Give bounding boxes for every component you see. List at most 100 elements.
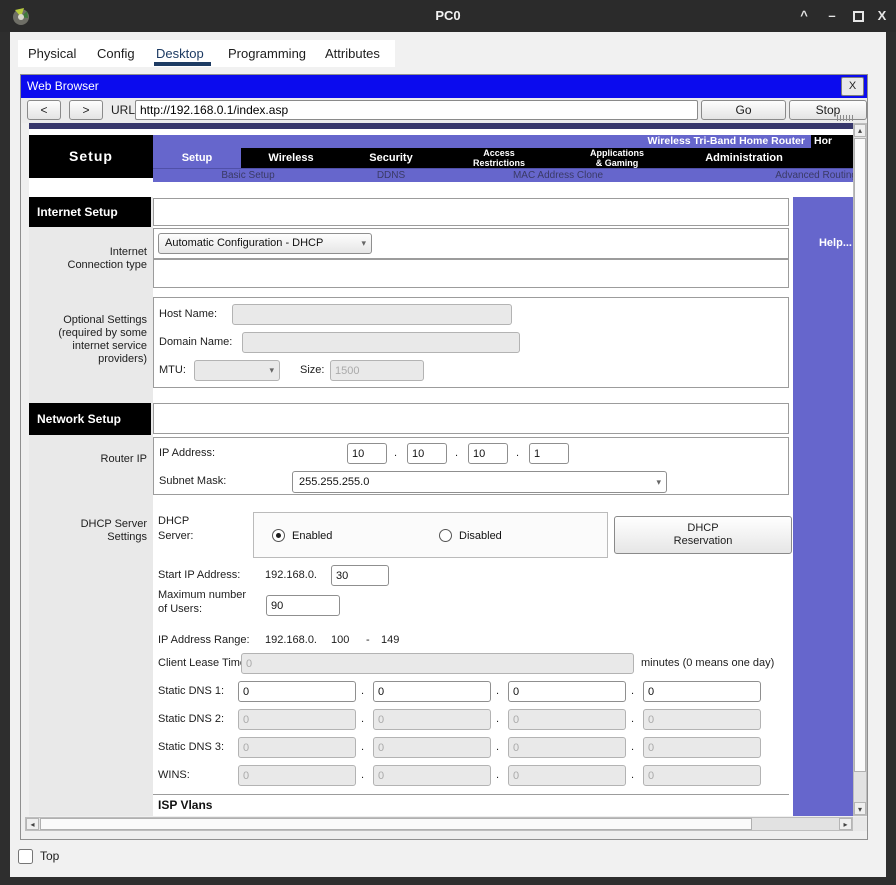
subnet-mask-dropdown[interactable]: 255.255.255.0 ▾	[292, 471, 667, 493]
subnav-basic-setup[interactable]: Basic Setup	[221, 169, 274, 183]
nav-apps-line2: & Gaming	[596, 158, 639, 168]
dhcp-disabled-label: Disabled	[459, 530, 502, 542]
url-input[interactable]	[135, 100, 698, 120]
dns3-octet-1[interactable]	[238, 737, 356, 758]
dns3-octet-3[interactable]	[508, 737, 626, 758]
scroll-up-arrow[interactable]: ▴	[854, 124, 866, 137]
web-browser-window: Web Browser X < > URL Go Stop Setup Wire…	[20, 74, 868, 840]
url-label: URL	[111, 100, 135, 120]
nav-wireless[interactable]: Wireless	[241, 148, 341, 168]
octet-dot: .	[361, 741, 364, 753]
empty-row-2	[153, 259, 789, 288]
dns2-octet-3[interactable]	[508, 709, 626, 730]
shade-icon[interactable]: ^	[792, 0, 816, 32]
ip-range-end: 149	[381, 634, 399, 646]
start-ip-label: Start IP Address:	[158, 569, 240, 581]
maximize-icon[interactable]	[853, 11, 864, 22]
ip-range-dash: -	[366, 634, 370, 646]
horizontal-scrollbar[interactable]: ◂ ▸	[25, 817, 853, 831]
forward-button[interactable]: >	[69, 100, 103, 120]
resize-grip[interactable]	[837, 115, 853, 121]
octet-dot: .	[516, 447, 519, 459]
stop-button[interactable]: Stop	[789, 100, 867, 120]
host-name-input[interactable]	[232, 304, 512, 325]
minimize-icon[interactable]: –	[820, 0, 844, 32]
browser-close-button[interactable]: X	[841, 77, 864, 96]
dns2-octet-4[interactable]	[643, 709, 761, 730]
wins-octet-3[interactable]	[508, 765, 626, 786]
nav-access-restrictions[interactable]: AccessRestrictions	[441, 148, 557, 168]
tab-desktop[interactable]: Desktop	[156, 44, 204, 64]
ip-octet-4[interactable]	[529, 443, 569, 464]
dhcp-reservation-line1: DHCP	[615, 522, 791, 535]
dns3-octet-4[interactable]	[643, 737, 761, 758]
brand-box: Setup	[29, 135, 153, 178]
domain-name-input[interactable]	[242, 332, 520, 353]
lease-time-input[interactable]	[241, 653, 634, 674]
close-icon[interactable]: X	[870, 0, 894, 32]
back-button[interactable]: <	[27, 100, 61, 120]
top-checkbox-label: Top	[40, 849, 59, 864]
help-sidebar: Help...	[793, 197, 853, 816]
domain-name-label: Domain Name:	[159, 336, 232, 348]
octet-dot: .	[496, 769, 499, 781]
nav-area: Wireless Tri-Band Home Router Hor Setup …	[153, 135, 853, 182]
dhcp-disabled-radio[interactable]	[439, 529, 452, 542]
tab-config[interactable]: Config	[97, 44, 135, 64]
go-button[interactable]: Go	[701, 100, 786, 120]
ip-octet-2[interactable]	[407, 443, 447, 464]
nav-applications-gaming[interactable]: Applications& Gaming	[557, 148, 677, 168]
vertical-scrollbar[interactable]: ▴ ▾	[853, 123, 867, 816]
mtu-dropdown[interactable]: ▾	[194, 360, 280, 381]
mtu-label: MTU:	[159, 364, 186, 376]
nav-administration[interactable]: Administration	[677, 148, 811, 168]
optional-settings-label: Optional Settings (required by some inte…	[29, 314, 147, 366]
nav-setup[interactable]: Setup	[153, 148, 241, 168]
dns2-octet-2[interactable]	[373, 709, 491, 730]
tab-physical[interactable]: Physical	[28, 44, 76, 64]
nav-filler	[811, 148, 853, 168]
left-label-column	[29, 197, 153, 816]
wins-octet-4[interactable]	[643, 765, 761, 786]
tab-programming[interactable]: Programming	[228, 44, 306, 64]
subnav-ddns[interactable]: DDNS	[377, 169, 405, 183]
dns1-octet-1[interactable]	[238, 681, 356, 702]
internet-setup-header: Internet Setup	[29, 197, 151, 227]
help-link[interactable]: Help...	[819, 237, 852, 249]
ip-octet-1[interactable]	[347, 443, 387, 464]
top-checkbox[interactable]	[18, 849, 33, 864]
subnav-strip: Basic Setup DDNS MAC Address Clone Advan…	[153, 168, 853, 182]
nav-security[interactable]: Security	[341, 148, 441, 168]
router-ip-box: IP Address: . . . Subnet Mask: 255.255.2…	[153, 437, 789, 495]
mtu-size-input[interactable]	[330, 360, 424, 381]
scroll-left-arrow[interactable]: ◂	[26, 818, 39, 830]
active-tab-underline	[154, 62, 211, 66]
dns1-octet-3[interactable]	[508, 681, 626, 702]
tab-attributes[interactable]: Attributes	[325, 44, 380, 64]
max-users-input[interactable]	[266, 595, 340, 616]
browser-titlebar: Web Browser X	[21, 75, 867, 98]
chevron-down-icon: ▾	[269, 361, 274, 380]
dhcp-reservation-button[interactable]: DHCP Reservation	[614, 516, 792, 554]
connection-type-dropdown[interactable]: Automatic Configuration - DHCP ▾	[158, 233, 372, 254]
vertical-scroll-thumb[interactable]	[854, 138, 866, 772]
subnav-mac-address-clone[interactable]: MAC Address Clone	[513, 169, 603, 183]
wins-octet-2[interactable]	[373, 765, 491, 786]
dns3-octet-2[interactable]	[373, 737, 491, 758]
horizontal-scroll-thumb[interactable]	[40, 818, 752, 830]
nav-apps-line1: Applications	[590, 148, 644, 158]
dhcp-enabled-radio[interactable]	[272, 529, 285, 542]
max-users-label-line2: of Users:	[158, 603, 202, 615]
max-users-label-line1: Maximum number	[158, 589, 246, 601]
chevron-down-icon: ▾	[656, 472, 661, 492]
wins-octet-1[interactable]	[238, 765, 356, 786]
subnav-advanced-routing[interactable]: Advanced Routing	[775, 169, 853, 183]
octet-dot: .	[361, 685, 364, 697]
ip-octet-3[interactable]	[468, 443, 508, 464]
dns1-octet-2[interactable]	[373, 681, 491, 702]
scroll-right-arrow[interactable]: ▸	[839, 818, 852, 830]
scroll-down-arrow[interactable]: ▾	[854, 802, 866, 815]
start-ip-input[interactable]	[331, 565, 389, 586]
dns1-octet-4[interactable]	[643, 681, 761, 702]
dns2-octet-1[interactable]	[238, 709, 356, 730]
